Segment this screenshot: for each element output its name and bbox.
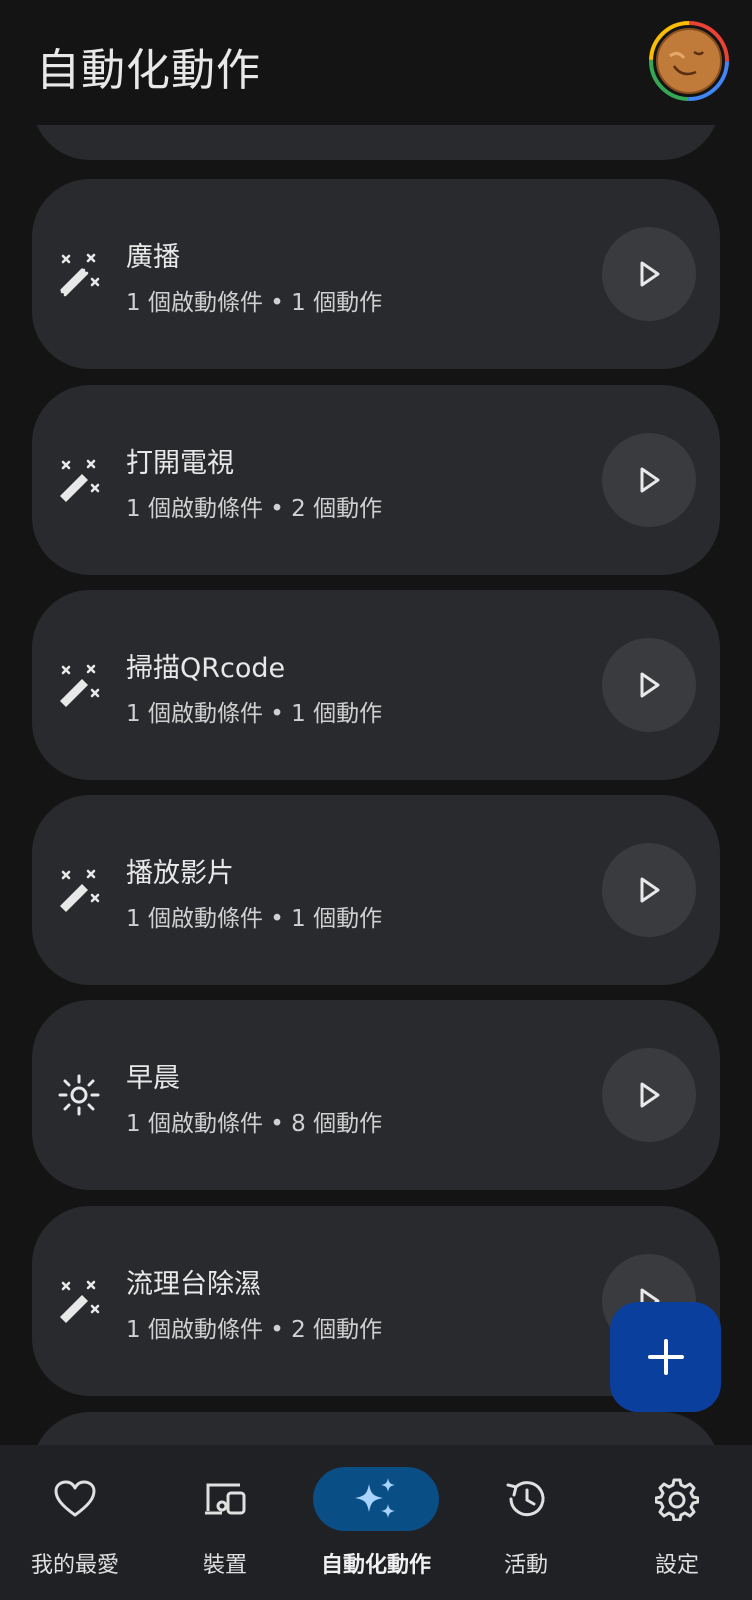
page-title: 自動化動作 [36, 45, 261, 96]
play-icon [640, 1082, 660, 1108]
magic-wand-icon [54, 865, 104, 915]
gear-icon [645, 1467, 709, 1531]
magic-wand-icon [54, 660, 104, 710]
automation-name: 掃描QRcode [126, 653, 286, 684]
automation-summary: 1 個啟動條件 • 1 個動作 [126, 290, 383, 316]
automation-card[interactable]: 打開電視 1 個啟動條件 • 2 個動作 [32, 385, 720, 575]
avatar[interactable] [648, 20, 730, 102]
run-automation-button[interactable] [602, 843, 696, 937]
automation-name: 播放影片 [126, 858, 234, 889]
automation-summary: 1 個啟動條件 • 2 個動作 [126, 496, 383, 522]
play-icon [640, 261, 660, 287]
magic-wand-icon [54, 249, 104, 299]
nav-label: 我的最愛 [30, 1553, 119, 1578]
automation-card[interactable]: 廣播 1 個啟動條件 • 1 個動作 [32, 179, 720, 369]
automation-card[interactable]: 早晨 1 個啟動條件 • 8 個動作 [32, 1000, 720, 1190]
nav-item-settings[interactable]: 設定 [602, 1445, 752, 1600]
devices-icon [193, 1467, 257, 1531]
automation-card-partial-bottom[interactable] [32, 1412, 720, 1445]
magic-wand-icon [54, 455, 104, 505]
automation-summary: 1 個啟動條件 • 2 個動作 [126, 1317, 383, 1343]
automation-summary: 1 個啟動條件 • 1 個動作 [126, 701, 383, 727]
magic-wand-icon [54, 1276, 104, 1326]
add-automation-button[interactable] [610, 1302, 721, 1412]
sparkle-icon [344, 1467, 408, 1531]
nav-label: 活動 [503, 1553, 548, 1578]
play-icon [640, 467, 660, 493]
automation-name: 廣播 [126, 242, 180, 273]
automation-summary: 1 個啟動條件 • 1 個動作 [126, 906, 383, 932]
automation-name: 打開電視 [126, 448, 234, 479]
play-icon [640, 672, 660, 698]
play-icon [640, 877, 660, 903]
automation-name: 早晨 [126, 1063, 180, 1094]
run-automation-button[interactable] [602, 1048, 696, 1142]
run-automation-button[interactable] [602, 433, 696, 527]
history-icon [494, 1467, 558, 1531]
automation-name: 流理台除濕 [126, 1269, 261, 1300]
nav-item-activity[interactable]: 活動 [451, 1445, 601, 1600]
automation-summary: 1 個啟動條件 • 8 個動作 [126, 1111, 383, 1137]
app-header: 自動化動作 [0, 0, 752, 125]
run-automation-button[interactable] [602, 227, 696, 321]
automation-card[interactable]: 掃描QRcode 1 個啟動條件 • 1 個動作 [32, 590, 720, 780]
run-automation-button[interactable] [602, 638, 696, 732]
plus-icon [647, 1339, 684, 1375]
nav-item-favorites[interactable]: 我的最愛 [0, 1445, 150, 1600]
nav-label: 設定 [654, 1553, 699, 1578]
nav-label: 裝置 [202, 1553, 247, 1578]
nav-item-automations[interactable]: 自動化動作 [301, 1445, 451, 1600]
sun-icon [54, 1070, 104, 1120]
automation-list[interactable]: 廣播 1 個啟動條件 • 1 個動作 打開電視 1 個啟動條件 • 2 個動作 … [0, 0, 752, 1445]
heart-icon [43, 1467, 107, 1531]
nav-item-devices[interactable]: 裝置 [150, 1445, 300, 1600]
nav-label: 自動化動作 [320, 1553, 431, 1578]
automation-card[interactable]: 播放影片 1 個啟動條件 • 1 個動作 [32, 795, 720, 985]
bottom-navigation: 我的最愛 裝置 自動化動作 活動 設定 [0, 1445, 752, 1600]
